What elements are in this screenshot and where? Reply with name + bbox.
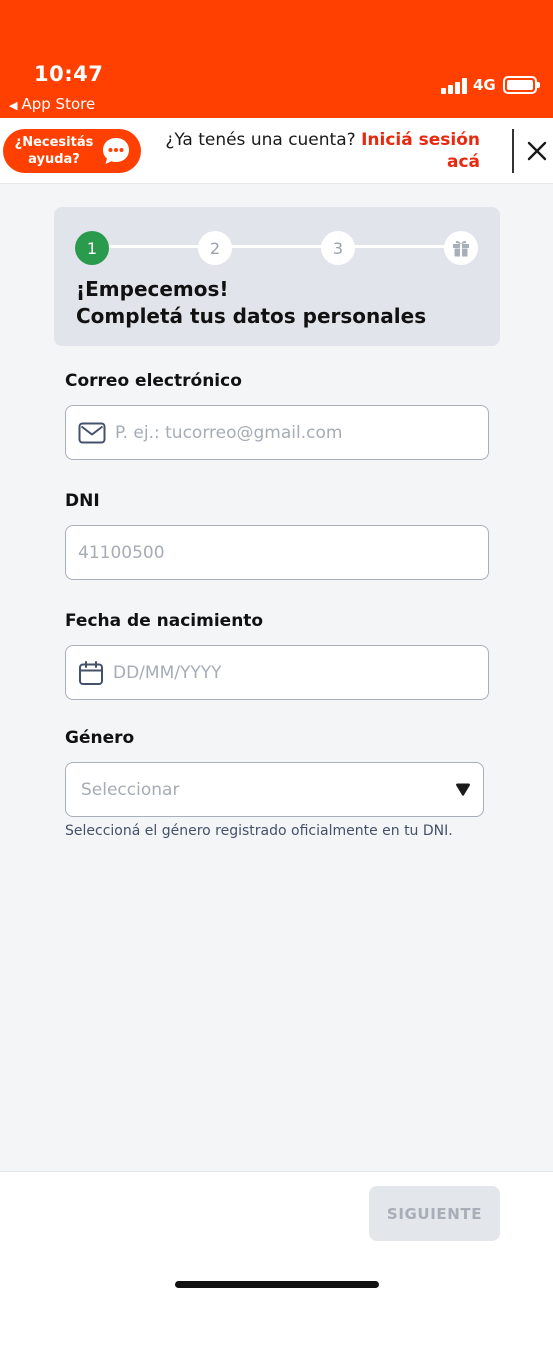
footer: SIGUIENTE <box>0 1171 553 1349</box>
dni-field[interactable]: 41100500 <box>65 525 489 580</box>
back-arrow-icon: ◀ <box>9 99 18 112</box>
help-button[interactable]: ¿Necesitás ayuda? <box>3 129 141 173</box>
status-bar: 10:47 ◀ App Store 4G <box>0 0 553 118</box>
gender-placeholder: Seleccionar <box>81 780 180 800</box>
signal-icon <box>441 78 469 94</box>
network-type: 4G <box>473 76 496 94</box>
stepper-line <box>92 245 476 248</box>
email-field[interactable]: P. ej.: tucorreo@gmail.com <box>65 405 489 460</box>
home-indicator <box>175 1281 379 1288</box>
login-prompt: ¿Ya tenés una cuenta? Iniciá sesión acá <box>150 129 480 173</box>
back-app-label: App Store <box>21 95 96 113</box>
calendar-icon <box>79 661 103 685</box>
next-button[interactable]: SIGUIENTE <box>369 1186 500 1241</box>
birthdate-field[interactable]: DD/MM/YYYY <box>65 645 489 700</box>
birthdate-label: Fecha de nacimiento <box>65 611 264 631</box>
status-time: 10:47 <box>34 62 104 86</box>
help-button-label: ¿Necesitás ayuda? <box>14 135 94 167</box>
back-to-app-store-link[interactable]: ◀ App Store <box>9 95 95 113</box>
step-2: 2 <box>198 231 232 265</box>
step-3: 3 <box>321 231 355 265</box>
battery-icon <box>503 76 540 94</box>
mail-icon <box>78 422 106 444</box>
top-banner: ¿Necesitás ayuda? ¿Ya tenés una cuenta? … <box>0 118 553 184</box>
step-1: 1 <box>75 231 109 265</box>
caret-down-icon <box>456 783 470 796</box>
gender-select[interactable]: Seleccionar <box>65 762 484 817</box>
chat-bubble-icon <box>103 138 129 164</box>
dni-placeholder: 41100500 <box>78 543 165 563</box>
email-label: Correo electrónico <box>65 371 242 391</box>
birthdate-placeholder: DD/MM/YYYY <box>113 663 222 683</box>
progress-stepper: 1 2 3 ¡Empecemos! Completá tus datos per… <box>54 207 500 346</box>
banner-divider <box>512 129 514 173</box>
dni-label: DNI <box>65 491 100 511</box>
step-gift <box>444 231 478 265</box>
stepper-title: ¡Empecemos! Completá tus datos personale… <box>76 276 426 330</box>
stepper-title-line1: ¡Empecemos! <box>76 277 229 301</box>
gift-icon <box>453 240 469 257</box>
close-icon[interactable] <box>525 139 549 163</box>
login-prompt-text: ¿Ya tenés una cuenta? <box>165 130 356 150</box>
stepper-title-line2: Completá tus datos personales <box>76 304 427 328</box>
login-link[interactable]: Iniciá sesión acá <box>361 130 480 172</box>
gender-hint: Seleccioná el género registrado oficialm… <box>65 823 453 839</box>
gender-label: Género <box>65 728 135 748</box>
email-placeholder: P. ej.: tucorreo@gmail.com <box>115 423 343 443</box>
